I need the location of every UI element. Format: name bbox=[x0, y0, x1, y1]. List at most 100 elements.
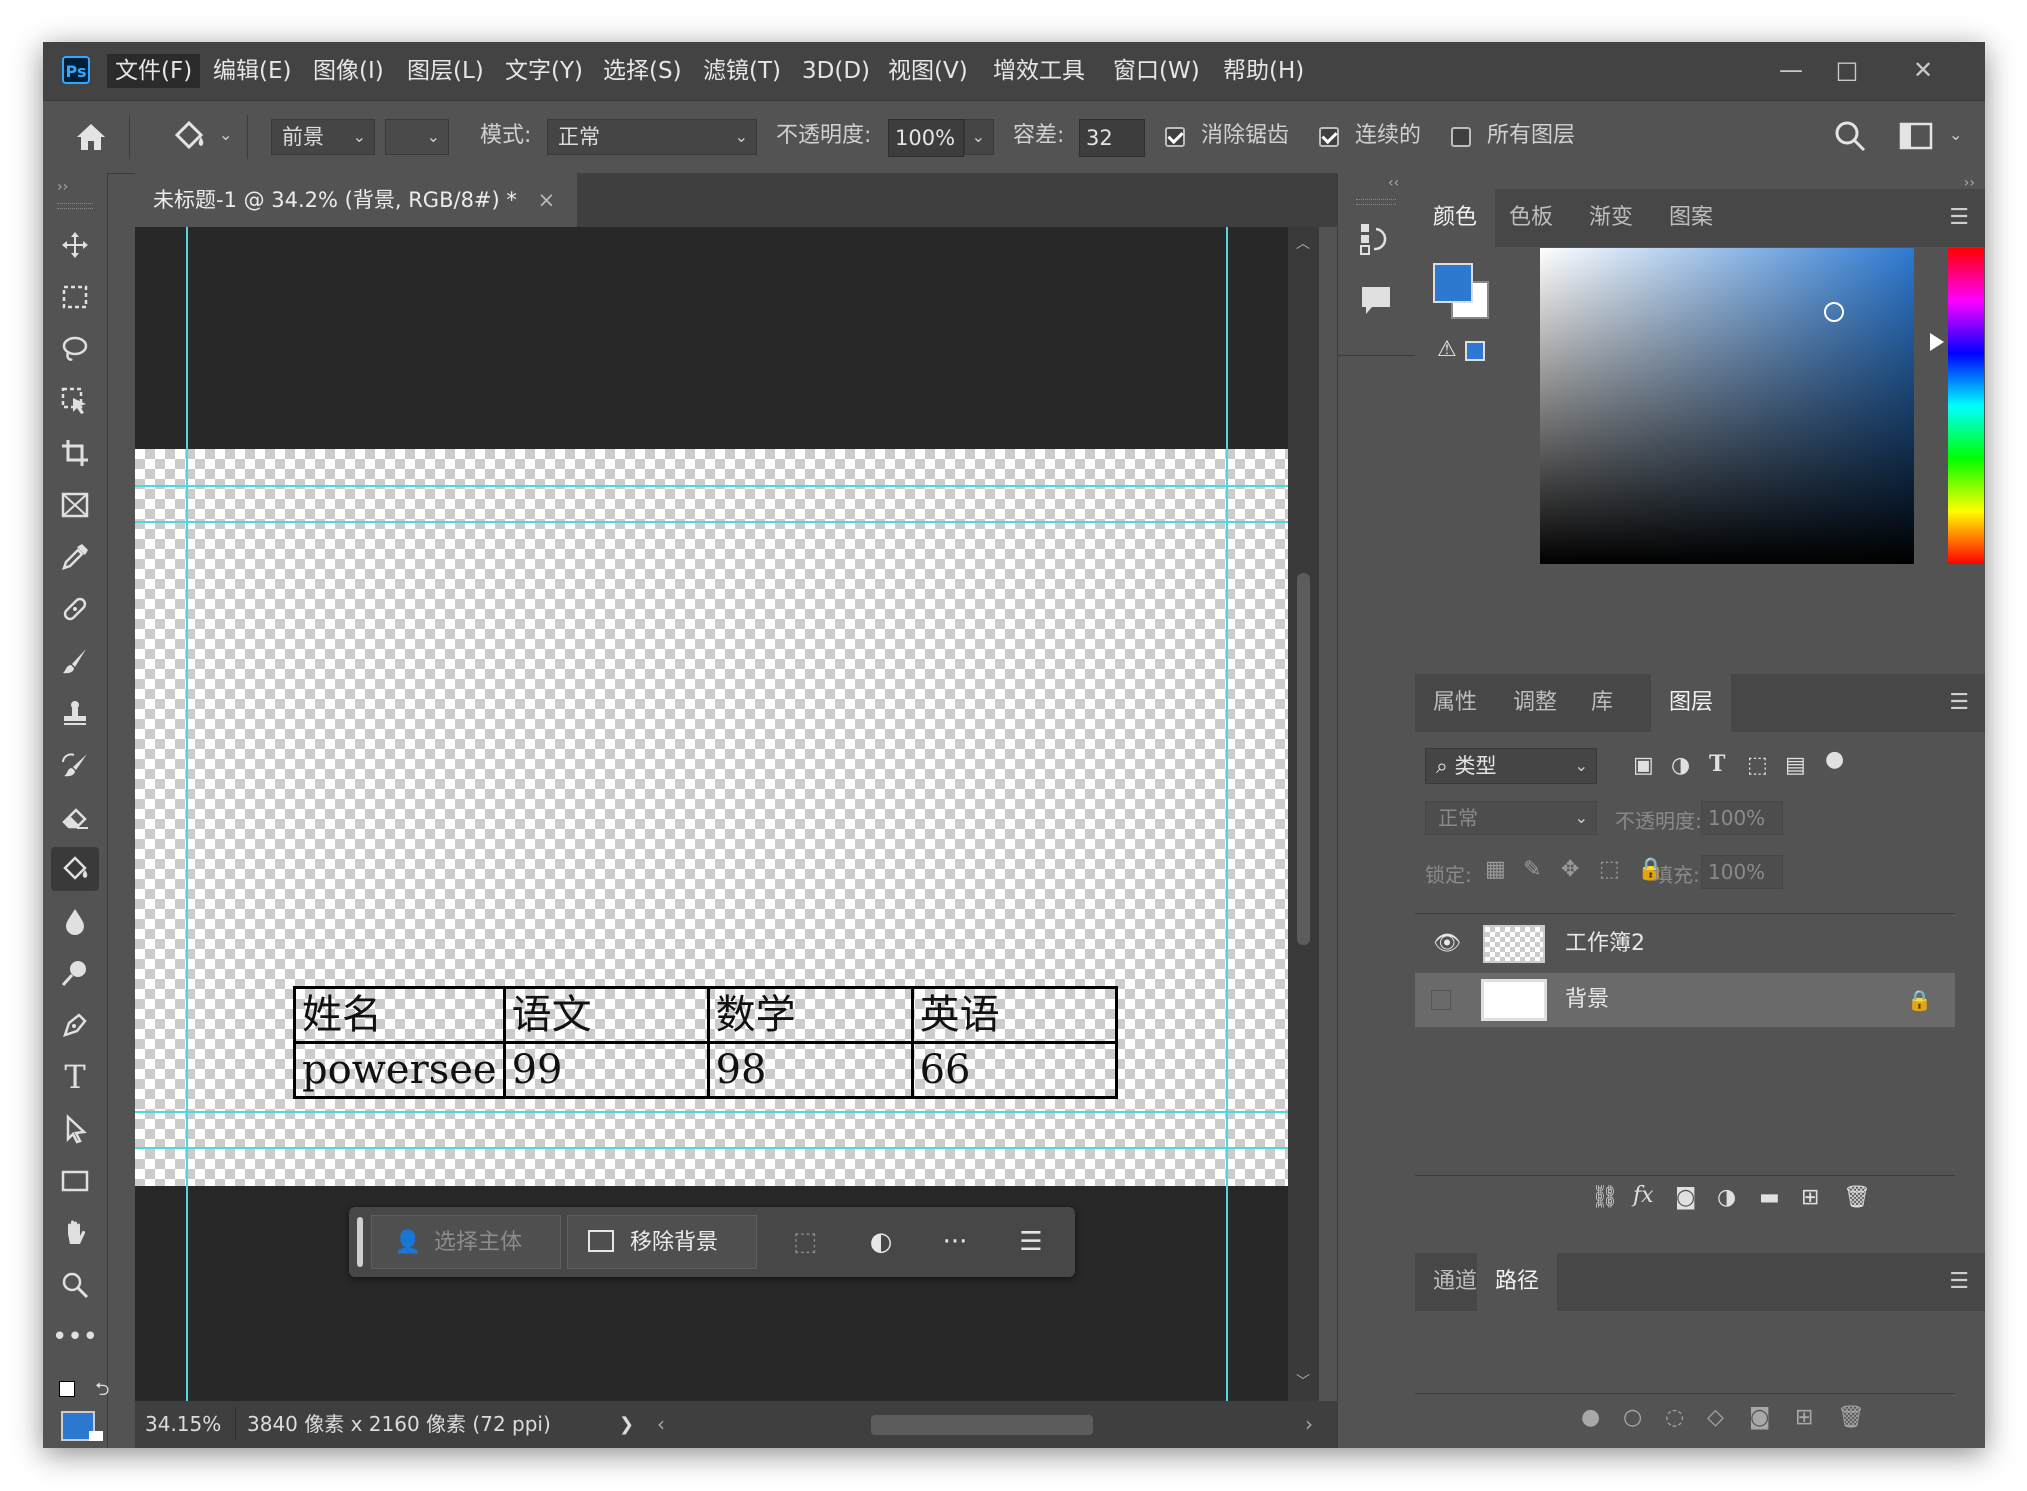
hue-slider-marker[interactable] bbox=[1930, 333, 1944, 351]
scroll-up-icon[interactable]: ︿ bbox=[1296, 233, 1310, 253]
menu-plugins[interactable]: 增效工具 bbox=[985, 54, 1093, 88]
layer-fill-input[interactable]: 100% bbox=[1701, 855, 1783, 889]
shape-filter-icon[interactable]: ⬚ bbox=[1747, 753, 1768, 778]
tab-libraries[interactable]: 库 bbox=[1573, 674, 1631, 732]
object-select-tool-icon[interactable] bbox=[51, 379, 99, 423]
scroll-down-icon[interactable]: ﹀ bbox=[1296, 1371, 1310, 1391]
lock-icon[interactable]: 🔒 bbox=[1907, 973, 1932, 1027]
smart-object-filter-icon[interactable]: ▤ bbox=[1785, 753, 1806, 778]
adjustment-icon[interactable]: ◐ bbox=[857, 1215, 905, 1269]
antialias-checkbox[interactable] bbox=[1165, 127, 1185, 147]
type-filter-icon[interactable]: T bbox=[1709, 751, 1725, 777]
maximize-icon[interactable]: □ bbox=[1819, 50, 1875, 90]
tab-layers[interactable]: 图层 bbox=[1651, 674, 1732, 732]
workspace-chevron-icon[interactable]: ⌄ bbox=[1949, 125, 1962, 144]
lock-artboard-icon[interactable]: ⬚ bbox=[1599, 857, 1620, 882]
opacity-dropdown[interactable]: ⌄ bbox=[964, 119, 994, 155]
path-select-tool-icon[interactable] bbox=[51, 1107, 99, 1151]
fill-source-select[interactable]: 前景 ⌄ bbox=[271, 119, 375, 155]
transform-selection-icon[interactable]: ⬚ bbox=[781, 1215, 829, 1269]
scroll-right-icon[interactable]: › bbox=[1305, 1401, 1313, 1448]
rectangle-tool-icon[interactable] bbox=[51, 1159, 99, 1203]
menu-edit[interactable]: 编辑(E) bbox=[205, 54, 299, 88]
eyedropper-tool-icon[interactable] bbox=[51, 535, 99, 579]
menu-file[interactable]: 文件(F) bbox=[107, 54, 201, 88]
tab-swatches[interactable]: 色板 bbox=[1491, 189, 1571, 247]
fx-icon[interactable]: fx bbox=[1633, 1183, 1654, 1208]
color-field[interactable] bbox=[1540, 248, 1914, 564]
eraser-tool-icon[interactable] bbox=[51, 795, 99, 839]
move-tool-icon[interactable] bbox=[51, 223, 99, 267]
frame-tool-icon[interactable] bbox=[51, 483, 99, 527]
new-path-icon[interactable]: ⊞ bbox=[1795, 1405, 1813, 1430]
swap-colors-icon[interactable] bbox=[59, 1381, 75, 1397]
layer-opacity-input[interactable]: 100% bbox=[1701, 801, 1783, 835]
menu-select[interactable]: 选择(S) bbox=[595, 54, 690, 88]
background-color-swatch[interactable] bbox=[89, 1431, 103, 1441]
new-group-icon[interactable]: ▬ bbox=[1759, 1185, 1780, 1210]
pixel-filter-icon[interactable]: ▣ bbox=[1633, 753, 1654, 778]
workspace-icon[interactable] bbox=[1899, 121, 1933, 155]
load-selection-icon[interactable]: ◌ bbox=[1665, 1405, 1684, 1430]
home-icon[interactable] bbox=[71, 117, 111, 157]
close-window-icon[interactable]: ✕ bbox=[1895, 50, 1951, 90]
menu-layer[interactable]: 图层(L) bbox=[399, 54, 492, 88]
more-options-icon[interactable]: ··· bbox=[931, 1215, 979, 1269]
panel-menu-icon[interactable]: ☰ bbox=[1949, 690, 1969, 715]
vertical-scroll-thumb[interactable] bbox=[1297, 573, 1310, 945]
taskbar-settings-icon[interactable]: ☰ bbox=[1007, 1215, 1055, 1269]
gamut-color-chip[interactable] bbox=[1465, 341, 1485, 361]
stroke-path-icon[interactable]: ○ bbox=[1623, 1405, 1642, 1430]
zoom-tool-icon[interactable] bbox=[51, 1263, 99, 1307]
trash-icon[interactable]: 🗑 bbox=[1843, 1185, 1871, 1210]
link-layers-icon[interactable]: ⛓ bbox=[1591, 1185, 1619, 1210]
brush-tool-icon[interactable] bbox=[51, 639, 99, 683]
layer-row-background[interactable]: 背景 🔒 bbox=[1415, 973, 1955, 1027]
color-picker-ring[interactable] bbox=[1824, 302, 1844, 322]
comments-panel-icon[interactable] bbox=[1358, 283, 1394, 323]
tab-paths[interactable]: 路径 bbox=[1477, 1253, 1558, 1311]
menu-3d[interactable]: 3D(D) bbox=[794, 54, 878, 88]
tool-preset-chevron-icon[interactable]: ⌄ bbox=[219, 125, 232, 144]
hue-slider[interactable] bbox=[1948, 248, 1984, 564]
pattern-select[interactable]: ⌄ bbox=[385, 119, 449, 155]
mode-select[interactable]: 正常 ⌄ bbox=[547, 119, 757, 155]
menu-window[interactable]: 窗口(W) bbox=[1105, 54, 1208, 88]
all-layers-checkbox[interactable] bbox=[1451, 127, 1471, 147]
collapse-panels-icon[interactable]: ‹‹ bbox=[1388, 175, 1399, 191]
healing-brush-tool-icon[interactable] bbox=[51, 587, 99, 631]
marquee-tool-icon[interactable] bbox=[51, 275, 99, 319]
gamut-warning-icon[interactable]: ⚠ bbox=[1437, 337, 1457, 362]
lock-position-icon[interactable]: ✥ bbox=[1561, 857, 1579, 882]
eye-visibility-icon[interactable]: 👁 bbox=[1433, 917, 1461, 971]
tab-adjustments[interactable]: 调整 bbox=[1495, 674, 1575, 732]
add-mask-icon[interactable]: ◙ bbox=[1749, 1405, 1770, 1430]
adjustment-filter-icon[interactable]: ◑ bbox=[1671, 753, 1690, 778]
scroll-left-icon[interactable]: ‹ bbox=[657, 1401, 665, 1448]
horizontal-scroll-thumb[interactable] bbox=[871, 1415, 1093, 1435]
make-path-icon[interactable]: ◇ bbox=[1707, 1405, 1724, 1430]
history-panel-icon[interactable] bbox=[1358, 221, 1394, 261]
menu-help[interactable]: 帮助(H) bbox=[1215, 54, 1312, 88]
remove-background-button[interactable]: 移除背景 bbox=[567, 1215, 757, 1269]
menu-image[interactable]: 图像(I) bbox=[305, 54, 392, 88]
hand-tool-icon[interactable] bbox=[51, 1211, 99, 1255]
blend-mode-select[interactable]: 正常 ⌄ bbox=[1425, 801, 1597, 835]
contiguous-checkbox[interactable] bbox=[1319, 127, 1339, 147]
close-tab-icon[interactable]: × bbox=[538, 188, 556, 212]
visibility-toggle-empty[interactable] bbox=[1431, 990, 1451, 1010]
history-brush-tool-icon[interactable] bbox=[51, 743, 99, 787]
new-layer-icon[interactable]: ⊞ bbox=[1801, 1185, 1819, 1210]
tab-patterns[interactable]: 图案 bbox=[1651, 189, 1731, 247]
tolerance-input[interactable]: 32 bbox=[1079, 119, 1145, 157]
type-tool-icon[interactable]: T bbox=[51, 1055, 99, 1099]
search-icon[interactable] bbox=[1833, 119, 1867, 157]
vertical-scrollbar[interactable]: ︿ ﹀ bbox=[1288, 227, 1319, 1401]
lock-transparent-icon[interactable]: ▦ bbox=[1485, 857, 1506, 882]
strip-grip[interactable] bbox=[1356, 199, 1396, 205]
panel-menu-icon[interactable]: ☰ bbox=[1949, 1269, 1969, 1294]
filter-toggle-icon[interactable]: ● bbox=[1825, 747, 1844, 772]
lasso-tool-icon[interactable] bbox=[51, 327, 99, 371]
default-colors-icon[interactable]: ⮌ bbox=[95, 1377, 109, 1407]
menu-filter[interactable]: 滤镜(T) bbox=[695, 54, 789, 88]
